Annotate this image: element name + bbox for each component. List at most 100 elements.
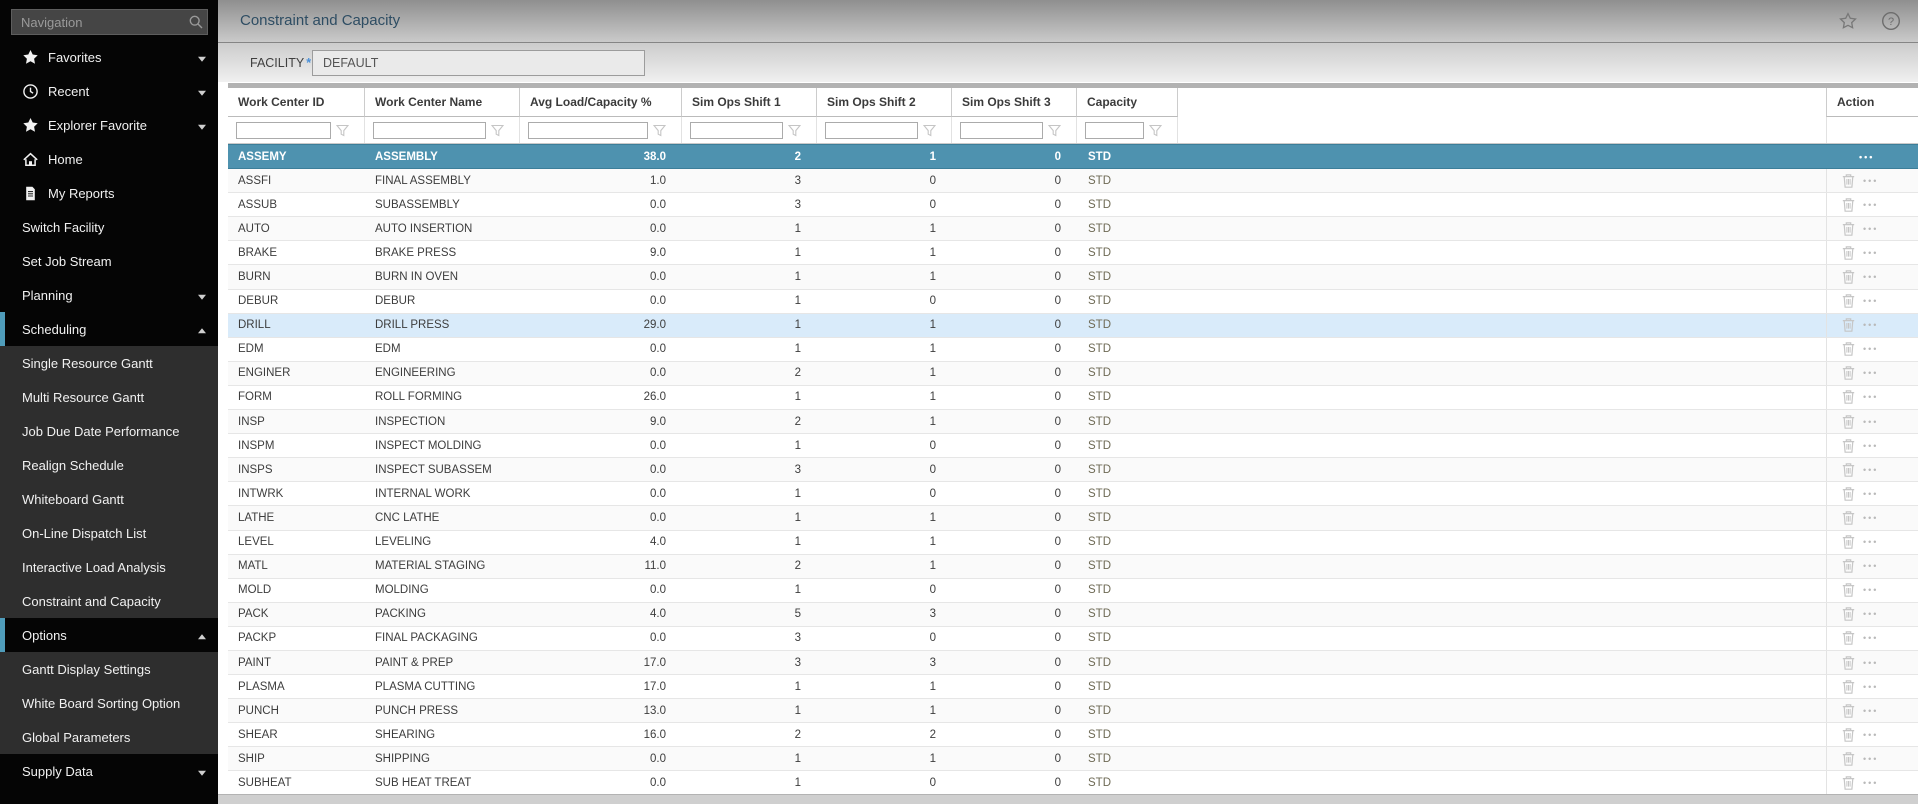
row-menu-ellipsis-icon[interactable]: ••• [1863,465,1878,475]
sidebar-item-supply-data[interactable]: Supply Data [0,754,218,788]
filter-funnel-icon[interactable] [923,124,936,137]
row-menu-ellipsis-icon[interactable]: ••• [1863,176,1878,186]
filter-funnel-icon[interactable] [653,124,666,137]
trash-icon[interactable] [1841,269,1856,285]
row-menu-ellipsis-icon[interactable]: ••• [1863,754,1878,764]
sidebar-item-gantt-display-settings[interactable]: Gantt Display Settings [0,652,218,686]
sidebar-item-planning[interactable]: Planning [0,278,218,312]
trash-icon[interactable] [1841,197,1856,213]
table-row-shear[interactable]: SHEARSHEARING16.0220STD••• [228,723,1918,747]
table-row-assub[interactable]: ASSUBSUBASSEMBLY0.0300STD••• [228,193,1918,217]
sidebar-item-favorites[interactable]: Favorites [0,40,218,74]
trash-icon[interactable] [1841,221,1856,237]
filter-input-capacity[interactable] [1085,122,1144,139]
table-row-form[interactable]: FORMROLL FORMING26.0110STD••• [228,386,1918,410]
row-menu-ellipsis-icon[interactable]: ••• [1863,682,1878,692]
column-header-work-center-name[interactable]: Work Center Name [365,88,520,117]
row-menu-ellipsis-icon[interactable]: ••• [1863,272,1878,282]
filter-input-sim-ops-shift-2[interactable] [825,122,918,139]
row-menu-ellipsis-icon[interactable]: ••• [1863,730,1878,740]
filter-input-work-center-id[interactable] [236,122,331,139]
trash-icon[interactable] [1841,462,1856,478]
table-row-paint[interactable]: PAINTPAINT & PREP17.0330STD••• [228,651,1918,675]
trash-icon[interactable] [1841,558,1856,574]
trash-icon[interactable] [1841,438,1856,454]
sidebar-item-job-due-date-performance[interactable]: Job Due Date Performance [0,414,218,448]
filter-funnel-icon[interactable] [1149,124,1162,137]
filter-input-avg-load-capacity[interactable] [528,122,648,139]
table-row-debur[interactable]: DEBURDEBUR0.0100STD••• [228,290,1918,314]
filter-funnel-icon[interactable] [1048,124,1061,137]
row-menu-ellipsis-icon[interactable]: ••• [1863,489,1878,499]
sidebar-item-interactive-load-analysis[interactable]: Interactive Load Analysis [0,550,218,584]
sidebar-item-my-reports[interactable]: My Reports [0,176,218,210]
table-row-packp[interactable]: PACKPFINAL PACKAGING0.0300STD••• [228,627,1918,651]
filter-input-sim-ops-shift-1[interactable] [690,122,783,139]
bottom-scrollbar-track[interactable] [218,794,1918,804]
table-row-inspm[interactable]: INSPMINSPECT MOLDING0.0100STD••• [228,434,1918,458]
sidebar-item-white-board-sorting-option[interactable]: White Board Sorting Option [0,686,218,720]
table-row-matl[interactable]: MATLMATERIAL STAGING11.0210STD••• [228,555,1918,579]
sidebar-item-global-parameters[interactable]: Global Parameters [0,720,218,754]
row-menu-ellipsis-icon[interactable]: ••• [1863,344,1878,354]
trash-icon[interactable] [1841,317,1856,333]
row-menu-ellipsis-icon[interactable]: ••• [1863,224,1878,234]
sidebar-item-scheduling[interactable]: Scheduling [0,312,218,346]
row-menu-ellipsis-icon[interactable]: ••• [1863,585,1878,595]
filter-funnel-icon[interactable] [788,124,801,137]
trash-icon[interactable] [1841,703,1856,719]
sidebar-item-explorer-favorite[interactable]: Explorer Favorite [0,108,218,142]
column-header-avg-load-capacity[interactable]: Avg Load/Capacity % [520,88,682,117]
row-menu-ellipsis-icon[interactable]: ••• [1863,368,1878,378]
sidebar-item-options[interactable]: Options [0,618,218,652]
trash-icon[interactable] [1841,510,1856,526]
sidebar-item-recent[interactable]: Recent [0,74,218,108]
trash-icon[interactable] [1841,679,1856,695]
table-row-burn[interactable]: BURNBURN IN OVEN0.0110STD••• [228,265,1918,289]
trash-icon[interactable] [1841,245,1856,261]
sidebar-item-single-resource-gantt[interactable]: Single Resource Gantt [0,346,218,380]
favorite-star-icon[interactable] [1838,11,1858,31]
trash-icon[interactable] [1841,365,1856,381]
sidebar-item-whiteboard-gantt[interactable]: Whiteboard Gantt [0,482,218,516]
column-header-sim-ops-shift-1[interactable]: Sim Ops Shift 1 [682,88,817,117]
sidebar-item-realign-schedule[interactable]: Realign Schedule [0,448,218,482]
filter-input-work-center-name[interactable] [373,122,486,139]
row-menu-ellipsis-icon[interactable]: ••• [1863,706,1878,716]
trash-icon[interactable] [1841,293,1856,309]
row-menu-ellipsis-icon[interactable]: ••• [1863,609,1878,619]
trash-icon[interactable] [1841,414,1856,430]
trash-icon[interactable] [1841,534,1856,550]
table-row-lathe[interactable]: LATHECNC LATHE0.0110STD••• [228,506,1918,530]
table-row-insps[interactable]: INSPSINSPECT SUBASSEM0.0300STD••• [228,458,1918,482]
table-row-intwrk[interactable]: INTWRKINTERNAL WORK0.0100STD••• [228,482,1918,506]
trash-icon[interactable] [1841,606,1856,622]
table-row-drill[interactable]: DRILLDRILL PRESS29.0110STD••• [228,314,1918,338]
column-header-sim-ops-shift-3[interactable]: Sim Ops Shift 3 [952,88,1077,117]
table-row-assemy[interactable]: ASSEMYASSEMBLY38.0210STD••• [228,144,1918,169]
trash-icon[interactable] [1841,341,1856,357]
trash-icon[interactable] [1841,775,1856,791]
table-row-subheat[interactable]: SUBHEATSUB HEAT TREAT0.0100STD••• [228,771,1918,795]
trash-icon[interactable] [1841,751,1856,767]
table-row-insp[interactable]: INSPINSPECTION9.0210STD••• [228,410,1918,434]
row-menu-ellipsis-icon[interactable]: ••• [1863,561,1878,571]
row-menu-ellipsis-icon[interactable]: ••• [1863,417,1878,427]
sidebar-item-constraint-and-capacity[interactable]: Constraint and Capacity [0,584,218,618]
row-menu-ellipsis-icon[interactable]: ••• [1863,658,1878,668]
navigation-search-input[interactable] [11,9,208,35]
row-menu-ellipsis-icon[interactable]: ••• [1859,152,1874,162]
column-header-capacity[interactable]: Capacity [1077,88,1178,117]
sidebar-item-switch-facility[interactable]: Switch Facility [0,210,218,244]
table-row-punch[interactable]: PUNCHPUNCH PRESS13.0110STD••• [228,699,1918,723]
trash-icon[interactable] [1841,582,1856,598]
table-row-enginer[interactable]: ENGINERENGINEERING0.0210STD••• [228,362,1918,386]
trash-icon[interactable] [1841,630,1856,646]
trash-icon[interactable] [1841,727,1856,743]
row-menu-ellipsis-icon[interactable]: ••• [1863,320,1878,330]
sidebar-item-home[interactable]: Home [0,142,218,176]
filter-funnel-icon[interactable] [336,124,349,137]
row-menu-ellipsis-icon[interactable]: ••• [1863,441,1878,451]
table-row-level[interactable]: LEVELLEVELING4.0110STD••• [228,531,1918,555]
table-row-auto[interactable]: AUTOAUTO INSERTION0.0110STD••• [228,217,1918,241]
